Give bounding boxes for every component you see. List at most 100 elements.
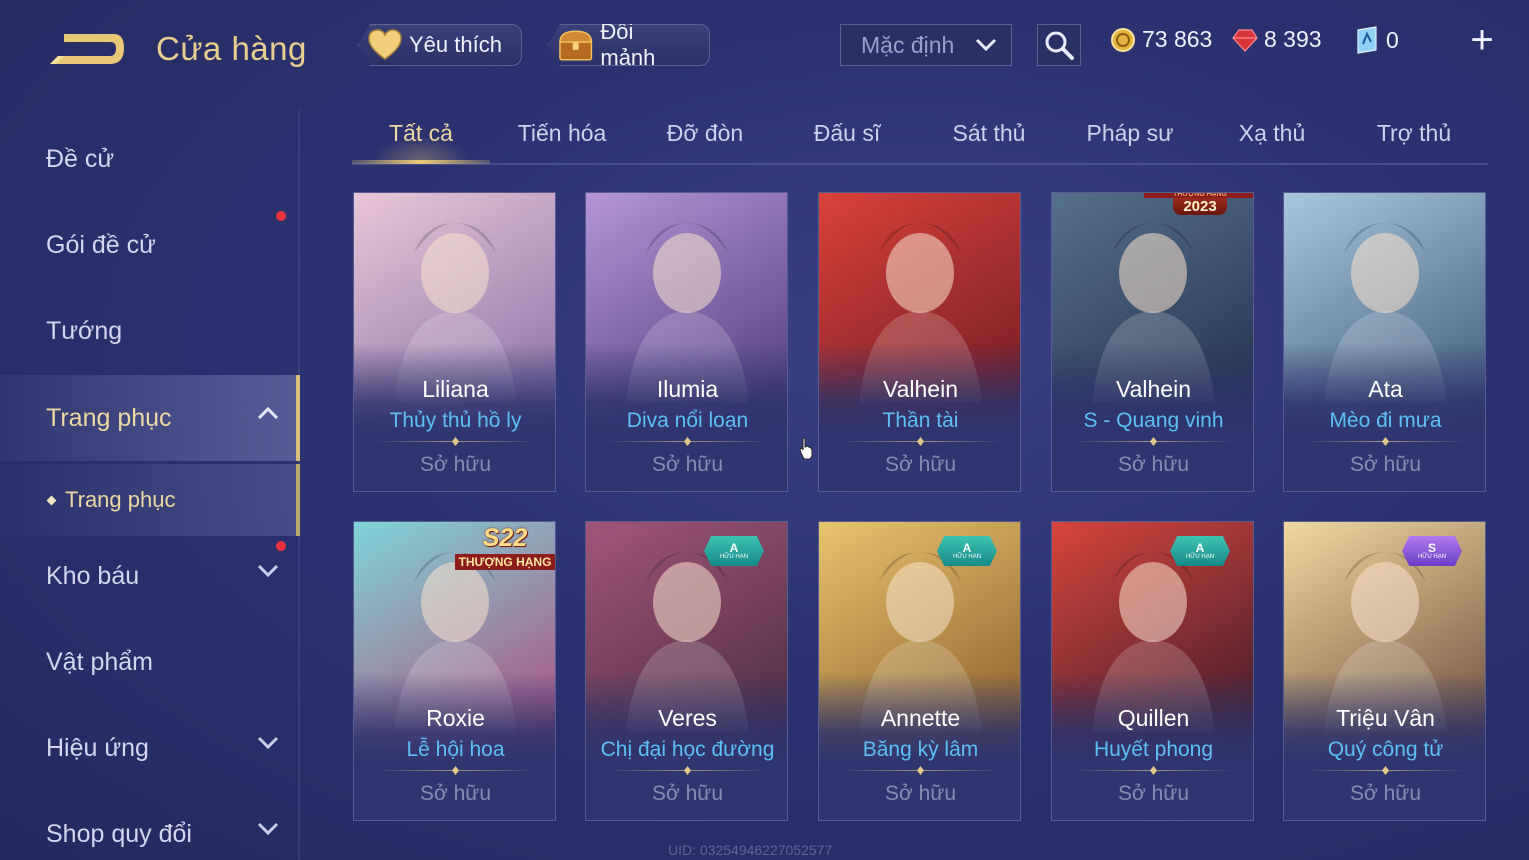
ownership-status: Sở hữu bbox=[419, 782, 492, 805]
skin-card[interactable]: A HỮU HẠN Veres Chị đại học đường Sở hữu bbox=[585, 521, 788, 821]
tab-assassin[interactable]: Sát thủ bbox=[919, 120, 1059, 164]
voucher-icon bbox=[1357, 26, 1377, 54]
gold-amount: 73 863 bbox=[1142, 26, 1213, 52]
limited-tier-badge: S HỮU HẠN bbox=[1402, 536, 1462, 566]
skin-name: Lễ hội hoa bbox=[406, 738, 505, 761]
chevron-down-icon bbox=[257, 736, 279, 750]
favorites-button[interactable]: Yêu thích bbox=[358, 24, 522, 66]
ownership-status: Sở hữu bbox=[1117, 453, 1190, 476]
sidebar-subitem-skins[interactable]: Trang phục bbox=[0, 464, 300, 536]
sort-dropdown[interactable]: Mặc định bbox=[840, 24, 1012, 66]
voucher-balance: 0 bbox=[1354, 26, 1399, 54]
ownership-status: Sở hữu bbox=[884, 453, 957, 476]
skin-card[interactable]: S HỮU HẠN Triệu Vân Quý công tử Sở hữu bbox=[1283, 521, 1486, 821]
limited-label: HỮU HẠN bbox=[719, 554, 749, 560]
sidebar-item-skins[interactable]: Trang phục bbox=[0, 375, 300, 461]
chevron-down-icon bbox=[257, 564, 279, 578]
hero-name: Valhein bbox=[882, 376, 959, 402]
tier-label: A bbox=[1195, 541, 1205, 555]
limited-tier-badge: A HỮU HẠN bbox=[1170, 536, 1230, 566]
tab-marksman[interactable]: Xạ thủ bbox=[1202, 120, 1342, 164]
tab-tank[interactable]: Đỡ đòn bbox=[635, 120, 775, 164]
gold-balance: 73 863 bbox=[1110, 26, 1212, 53]
skin-name: Diva nổi loạn bbox=[626, 409, 749, 432]
skin-card[interactable]: THƯỢNG HẠNG 2023 Valhein S - Quang vinh Sở h… bbox=[1051, 192, 1254, 492]
limited-tier-badge: A HỮU HẠN bbox=[937, 536, 997, 566]
ownership-status: Sở hữu bbox=[651, 782, 724, 805]
sidebar-subitem-label: Trang phục bbox=[65, 487, 176, 512]
skin-card[interactable]: Liliana Thủy thủ hồ ly Sở hữu bbox=[353, 192, 556, 492]
favorites-label: Yêu thích bbox=[409, 32, 502, 57]
tier-label: A bbox=[962, 541, 972, 555]
skin-card[interactable]: Valhein Thần tài Sở hữu bbox=[818, 192, 1021, 492]
sidebar-item-treasure[interactable]: Kho báu bbox=[0, 533, 300, 619]
page-title: Cửa hàng bbox=[156, 30, 307, 67]
chevron-up-icon bbox=[257, 406, 279, 420]
sort-value: Mặc định bbox=[861, 31, 955, 58]
tab-mage[interactable]: Pháp sư bbox=[1060, 120, 1200, 164]
gold-coin-icon bbox=[1111, 27, 1135, 52]
exchange-shards-button[interactable]: Đổi mảnh bbox=[548, 24, 710, 66]
skin-name: Mèo đi mưa bbox=[1329, 409, 1442, 432]
hero-name: Roxie bbox=[426, 705, 485, 731]
bullet-icon bbox=[46, 495, 57, 505]
hero-name: Liliana bbox=[422, 376, 489, 402]
sidebar-item-label: Đề cử bbox=[46, 144, 115, 173]
hero-name: Quillen bbox=[1117, 705, 1190, 731]
ownership-status: Sở hữu bbox=[1117, 782, 1190, 805]
sidebar-item-items[interactable]: Vật phẩm bbox=[0, 619, 300, 705]
search-icon bbox=[1045, 31, 1074, 60]
skin-card[interactable]: Ata Mèo đi mưa Sở hữu bbox=[1283, 192, 1486, 492]
back-arrow-icon[interactable] bbox=[44, 26, 126, 72]
ruby-balance: 8 393 bbox=[1232, 26, 1322, 53]
sidebar-item-heroes[interactable]: Tướng bbox=[0, 288, 300, 374]
skin-name: S - Quang vinh bbox=[1083, 409, 1224, 432]
rank-label: THƯỢNG HẠNG bbox=[454, 554, 555, 570]
ownership-status: Sở hữu bbox=[1349, 782, 1422, 805]
tab-all[interactable]: Tất cả bbox=[352, 120, 490, 164]
sidebar-item-label: Kho báu bbox=[46, 561, 140, 590]
ruby-amount: 8 393 bbox=[1264, 26, 1322, 52]
tier-label: A bbox=[729, 541, 739, 555]
sidebar-item-effects[interactable]: Hiệu ứng bbox=[0, 705, 300, 791]
tab-evolution[interactable]: Tiến hóa bbox=[492, 120, 632, 164]
tab-support[interactable]: Trợ thủ bbox=[1344, 120, 1484, 164]
sidebar-item-recommended-packs[interactable]: Gói đề cử bbox=[0, 202, 300, 288]
sidebar: Đề cử Gói đề cử Tướng Trang phục Trang p… bbox=[0, 110, 300, 860]
skin-card[interactable]: Ilumia Diva nổi loạn Sở hữu bbox=[585, 192, 788, 492]
sidebar-item-exchange-shop[interactable]: Shop quy đổi bbox=[0, 791, 300, 860]
limited-label: HỮU HẠN bbox=[952, 554, 982, 560]
role-tabs: Tất cả Tiến hóa Đỡ đòn Đấu sĩ Sát thủ Ph… bbox=[352, 110, 1488, 165]
hero-name: Veres bbox=[658, 705, 717, 731]
skin-card[interactable]: A HỮU HẠN Annette Băng kỳ lâm Sở hữu bbox=[818, 521, 1021, 821]
limited-tier-badge: A HỮU HẠN bbox=[704, 536, 764, 566]
skin-card[interactable]: A HỮU HẠN Quillen Huyết phong Sở hữu bbox=[1051, 521, 1254, 821]
sidebar-item-label: Tướng bbox=[46, 316, 123, 345]
hero-name: Ilumia bbox=[656, 376, 719, 402]
skin-card[interactable]: S22 THƯỢNG HẠNG Roxie Lễ hội hoa Sở hữu bbox=[353, 521, 556, 821]
season-label: S22 bbox=[482, 524, 528, 552]
skin-name: Thủy thủ hồ ly bbox=[389, 409, 522, 432]
mouse-pointer-icon bbox=[799, 437, 813, 460]
ownership-status: Sở hữu bbox=[884, 782, 957, 805]
sidebar-item-label: Gói đề cử bbox=[46, 230, 156, 259]
chest-icon bbox=[559, 30, 593, 61]
notification-dot bbox=[276, 211, 286, 221]
chevron-down-icon bbox=[975, 38, 997, 52]
year-label: 2023 bbox=[1173, 198, 1227, 215]
heart-icon bbox=[368, 29, 402, 60]
tab-fighter[interactable]: Đấu sĩ bbox=[777, 120, 917, 164]
add-currency-button[interactable]: + bbox=[1466, 20, 1498, 60]
hero-name: Annette bbox=[880, 705, 961, 731]
voucher-amount: 0 bbox=[1386, 26, 1399, 53]
player-uid: UID: 03254946227052577 bbox=[668, 842, 833, 858]
active-tab-underline bbox=[352, 160, 490, 164]
skin-name: Chị đại học đường bbox=[600, 738, 775, 761]
sidebar-item-label: Shop quy đổi bbox=[46, 819, 192, 848]
search-button[interactable] bbox=[1037, 24, 1081, 66]
limited-label: HỮU HẠN bbox=[1185, 554, 1215, 560]
hero-name: Ata bbox=[1368, 376, 1403, 402]
ownership-status: Sở hữu bbox=[419, 453, 492, 476]
sidebar-item-recommended[interactable]: Đề cử bbox=[0, 116, 300, 202]
season-rank-badge: S22 THƯỢNG HẠNG bbox=[454, 524, 555, 574]
